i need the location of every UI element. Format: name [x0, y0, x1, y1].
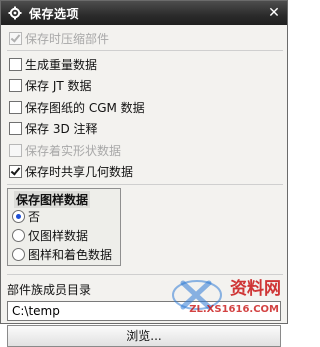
- option-label: 生成重量数据: [25, 57, 98, 72]
- close-icon: ✕: [268, 5, 280, 21]
- radio-label: 仅图样数据: [28, 229, 89, 243]
- option-row[interactable]: 保存 3D 注释: [7, 119, 283, 139]
- option-row[interactable]: 保存图纸的 CGM 数据: [7, 97, 283, 117]
- gear-icon: [7, 5, 23, 21]
- option-row[interactable]: 保存时共享几何数据: [7, 162, 283, 182]
- radio-label: 否: [28, 210, 41, 224]
- radio-button[interactable]: [12, 248, 25, 261]
- radio-option[interactable]: 图样和着色数据: [12, 246, 112, 264]
- radio-button[interactable]: [12, 210, 25, 223]
- dialog-title: 保存选项: [29, 6, 80, 21]
- checkbox: [9, 143, 22, 157]
- option-row: 保存着实形状数据: [7, 140, 283, 160]
- radio-button[interactable]: [12, 229, 25, 242]
- save-drawing-data-group: 保存图样数据 否仅图样数据图样和着色数据: [7, 187, 121, 266]
- option-row[interactable]: 生成重量数据: [7, 54, 283, 74]
- close-button[interactable]: ✕: [265, 4, 283, 22]
- group-title: 保存图样数据: [14, 190, 91, 208]
- watermark-subtext: ZL.XS1616.COM: [189, 304, 279, 315]
- option-row[interactable]: 保存 JT 数据: [7, 76, 283, 96]
- checkbox[interactable]: [9, 57, 22, 71]
- radio-label: 图样和着色数据: [28, 248, 113, 262]
- checkbox[interactable]: [9, 79, 22, 92]
- divider: [7, 183, 283, 185]
- radio-option[interactable]: 否: [12, 208, 40, 226]
- checkbox[interactable]: [9, 122, 22, 135]
- checkbox[interactable]: [9, 100, 22, 114]
- checkmark-icon: [10, 165, 21, 176]
- option-label: 保存时压缩部件: [25, 31, 110, 46]
- browse-button[interactable]: 浏览...: [7, 324, 281, 347]
- radio-option[interactable]: 仅图样数据: [12, 227, 88, 245]
- title-bar[interactable]: 保存选项 ✕: [1, 1, 287, 25]
- option-label: 保存图纸的 CGM 数据: [25, 100, 145, 115]
- divider: [7, 50, 283, 51]
- checkbox: [9, 31, 22, 45]
- option-row: 保存时压缩部件: [7, 28, 283, 48]
- option-label: 保存着实形状数据: [25, 143, 122, 158]
- option-label: 保存 3D 注释: [25, 122, 98, 136]
- radio-selected-dot: [16, 214, 21, 219]
- checkbox[interactable]: [9, 165, 22, 178]
- option-label: 保存 JT 数据: [25, 79, 92, 93]
- save-options-dialog: 保存选项 ✕ 保存时压缩部件 生成重量数据 保存 JT 数据保存图纸的 CGM 数据…: [0, 0, 288, 347]
- watermark-text: 资料网: [230, 279, 281, 299]
- options-list: 保存时压缩部件 生成重量数据 保存 JT 数据保存图纸的 CGM 数据 保存 3D 注…: [7, 28, 283, 185]
- checkmark-icon: [10, 31, 21, 43]
- option-label: 保存时共享几何数据: [25, 165, 134, 179]
